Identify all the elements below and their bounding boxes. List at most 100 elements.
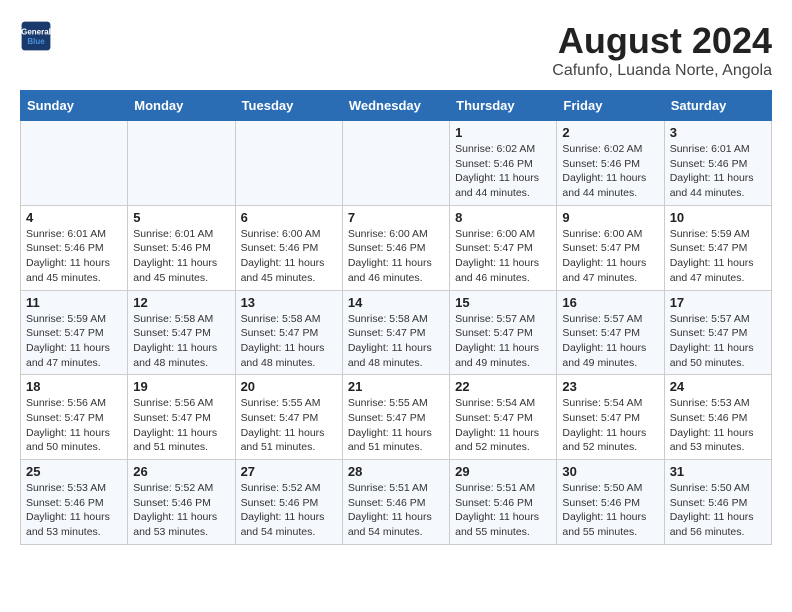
calendar-cell: 27 Sunrise: 5:52 AM Sunset: 5:46 PM Dayli… <box>235 460 342 545</box>
day-detail: Sunrise: 5:53 AM Sunset: 5:46 PM Dayligh… <box>26 481 122 540</box>
day-number: 12 <box>133 295 229 310</box>
header-day-friday: Friday <box>557 91 664 121</box>
calendar-cell: 9Sunrise: 6:00 AM Sunset: 5:47 PM Daylig… <box>557 205 664 290</box>
day-number: 17 <box>670 295 766 310</box>
calendar-cell: 28 Sunrise: 5:51 AM Sunset: 5:46 PM Dayli… <box>342 460 449 545</box>
subtitle: Cafunfo, Luanda Norte, Angola <box>552 62 772 80</box>
day-number: 14 <box>348 295 444 310</box>
calendar-week-5: 25 Sunrise: 5:53 AM Sunset: 5:46 PM Dayli… <box>21 460 772 545</box>
day-detail: Sunrise: 5:56 AM Sunset: 5:47 PM Dayligh… <box>133 396 229 455</box>
calendar-cell: 10 Sunrise: 5:59 AM Sunset: 5:47 PM Dayli… <box>664 205 771 290</box>
calendar-cell: 31 Sunrise: 5:50 AM Sunset: 5:46 PM Dayli… <box>664 460 771 545</box>
day-detail: Sunrise: 5:55 AM Sunset: 5:47 PM Dayligh… <box>241 396 337 455</box>
day-detail: Sunrise: 5:57 AM Sunset: 5:47 PM Dayligh… <box>670 312 766 371</box>
day-number: 1 <box>455 125 551 140</box>
main-title: August 2024 <box>552 20 772 62</box>
day-number: 7 <box>348 210 444 225</box>
day-detail: Sunrise: 6:02 AM Sunset: 5:46 PM Dayligh… <box>455 142 551 201</box>
day-number: 20 <box>241 379 337 394</box>
header-day-thursday: Thursday <box>450 91 557 121</box>
day-detail: Sunrise: 5:51 AM Sunset: 5:46 PM Dayligh… <box>455 481 551 540</box>
day-detail: Sunrise: 5:58 AM Sunset: 5:47 PM Dayligh… <box>241 312 337 371</box>
calendar-week-4: 18 Sunrise: 5:56 AM Sunset: 5:47 PM Dayli… <box>21 375 772 460</box>
day-number: 3 <box>670 125 766 140</box>
day-number: 16 <box>562 295 658 310</box>
day-number: 30 <box>562 464 658 479</box>
day-number: 11 <box>26 295 122 310</box>
day-number: 18 <box>26 379 122 394</box>
day-detail: Sunrise: 5:51 AM Sunset: 5:46 PM Dayligh… <box>348 481 444 540</box>
calendar-cell: 22 Sunrise: 5:54 AM Sunset: 5:47 PM Dayli… <box>450 375 557 460</box>
day-number: 2 <box>562 125 658 140</box>
calendar-cell: 8Sunrise: 6:00 AM Sunset: 5:47 PM Daylig… <box>450 205 557 290</box>
calendar-cell: 16 Sunrise: 5:57 AM Sunset: 5:47 PM Dayli… <box>557 290 664 375</box>
calendar-cell <box>342 121 449 206</box>
day-number: 5 <box>133 210 229 225</box>
day-detail: Sunrise: 5:55 AM Sunset: 5:47 PM Dayligh… <box>348 396 444 455</box>
logo-icon: General Blue <box>20 20 52 52</box>
day-detail: Sunrise: 5:56 AM Sunset: 5:47 PM Dayligh… <box>26 396 122 455</box>
calendar-cell: 13Sunrise: 5:58 AM Sunset: 5:47 PM Dayli… <box>235 290 342 375</box>
day-detail: Sunrise: 5:54 AM Sunset: 5:47 PM Dayligh… <box>562 396 658 455</box>
calendar-cell: 19 Sunrise: 5:56 AM Sunset: 5:47 PM Dayli… <box>128 375 235 460</box>
day-number: 21 <box>348 379 444 394</box>
header-row: SundayMondayTuesdayWednesdayThursdayFrid… <box>21 91 772 121</box>
page-header: General Blue August 2024 Cafunfo, Luanda… <box>20 20 772 80</box>
calendar-cell: 7 Sunrise: 6:00 AM Sunset: 5:46 PM Daylig… <box>342 205 449 290</box>
calendar-cell: 26 Sunrise: 5:52 AM Sunset: 5:46 PM Dayli… <box>128 460 235 545</box>
day-number: 24 <box>670 379 766 394</box>
calendar-table: SundayMondayTuesdayWednesdayThursdayFrid… <box>20 90 772 545</box>
calendar-cell: 11Sunrise: 5:59 AM Sunset: 5:47 PM Dayli… <box>21 290 128 375</box>
day-number: 27 <box>241 464 337 479</box>
day-number: 22 <box>455 379 551 394</box>
day-detail: Sunrise: 5:50 AM Sunset: 5:46 PM Dayligh… <box>562 481 658 540</box>
day-number: 8 <box>455 210 551 225</box>
calendar-cell: 12Sunrise: 5:58 AM Sunset: 5:47 PM Dayli… <box>128 290 235 375</box>
calendar-cell: 14 Sunrise: 5:58 AM Sunset: 5:47 PM Dayli… <box>342 290 449 375</box>
day-number: 15 <box>455 295 551 310</box>
calendar-cell: 1 Sunrise: 6:02 AM Sunset: 5:46 PM Daylig… <box>450 121 557 206</box>
day-detail: Sunrise: 6:00 AM Sunset: 5:46 PM Dayligh… <box>348 227 444 286</box>
day-number: 10 <box>670 210 766 225</box>
day-number: 26 <box>133 464 229 479</box>
calendar-cell: 5 Sunrise: 6:01 AM Sunset: 5:46 PM Daylig… <box>128 205 235 290</box>
day-detail: Sunrise: 5:58 AM Sunset: 5:47 PM Dayligh… <box>348 312 444 371</box>
day-detail: Sunrise: 5:57 AM Sunset: 5:47 PM Dayligh… <box>455 312 551 371</box>
calendar-cell <box>21 121 128 206</box>
day-detail: Sunrise: 5:50 AM Sunset: 5:46 PM Dayligh… <box>670 481 766 540</box>
logo: General Blue <box>20 20 52 52</box>
calendar-cell: 21 Sunrise: 5:55 AM Sunset: 5:47 PM Dayli… <box>342 375 449 460</box>
calendar-week-3: 11Sunrise: 5:59 AM Sunset: 5:47 PM Dayli… <box>21 290 772 375</box>
calendar-cell: 25 Sunrise: 5:53 AM Sunset: 5:46 PM Dayli… <box>21 460 128 545</box>
day-detail: Sunrise: 5:53 AM Sunset: 5:46 PM Dayligh… <box>670 396 766 455</box>
day-number: 28 <box>348 464 444 479</box>
header-day-wednesday: Wednesday <box>342 91 449 121</box>
day-detail: Sunrise: 6:02 AM Sunset: 5:46 PM Dayligh… <box>562 142 658 201</box>
day-number: 4 <box>26 210 122 225</box>
calendar-cell: 3Sunrise: 6:01 AM Sunset: 5:46 PM Daylig… <box>664 121 771 206</box>
calendar-cell: 4 Sunrise: 6:01 AM Sunset: 5:46 PM Daylig… <box>21 205 128 290</box>
day-number: 25 <box>26 464 122 479</box>
day-detail: Sunrise: 6:01 AM Sunset: 5:46 PM Dayligh… <box>26 227 122 286</box>
day-detail: Sunrise: 6:00 AM Sunset: 5:47 PM Dayligh… <box>562 227 658 286</box>
calendar-cell: 18 Sunrise: 5:56 AM Sunset: 5:47 PM Dayli… <box>21 375 128 460</box>
day-detail: Sunrise: 5:52 AM Sunset: 5:46 PM Dayligh… <box>133 481 229 540</box>
day-number: 6 <box>241 210 337 225</box>
day-number: 31 <box>670 464 766 479</box>
day-number: 23 <box>562 379 658 394</box>
calendar-cell: 6 Sunrise: 6:00 AM Sunset: 5:46 PM Daylig… <box>235 205 342 290</box>
title-block: August 2024 Cafunfo, Luanda Norte, Angol… <box>552 20 772 80</box>
day-detail: Sunrise: 5:52 AM Sunset: 5:46 PM Dayligh… <box>241 481 337 540</box>
day-detail: Sunrise: 6:00 AM Sunset: 5:46 PM Dayligh… <box>241 227 337 286</box>
header-day-saturday: Saturday <box>664 91 771 121</box>
day-number: 19 <box>133 379 229 394</box>
calendar-body: 1 Sunrise: 6:02 AM Sunset: 5:46 PM Daylig… <box>21 121 772 545</box>
day-detail: Sunrise: 5:54 AM Sunset: 5:47 PM Dayligh… <box>455 396 551 455</box>
calendar-cell: 24 Sunrise: 5:53 AM Sunset: 5:46 PM Dayli… <box>664 375 771 460</box>
calendar-header: SundayMondayTuesdayWednesdayThursdayFrid… <box>21 91 772 121</box>
calendar-cell: 23 Sunrise: 5:54 AM Sunset: 5:47 PM Dayli… <box>557 375 664 460</box>
day-detail: Sunrise: 5:57 AM Sunset: 5:47 PM Dayligh… <box>562 312 658 371</box>
day-detail: Sunrise: 5:59 AM Sunset: 5:47 PM Dayligh… <box>670 227 766 286</box>
day-detail: Sunrise: 6:01 AM Sunset: 5:46 PM Dayligh… <box>133 227 229 286</box>
header-day-tuesday: Tuesday <box>235 91 342 121</box>
